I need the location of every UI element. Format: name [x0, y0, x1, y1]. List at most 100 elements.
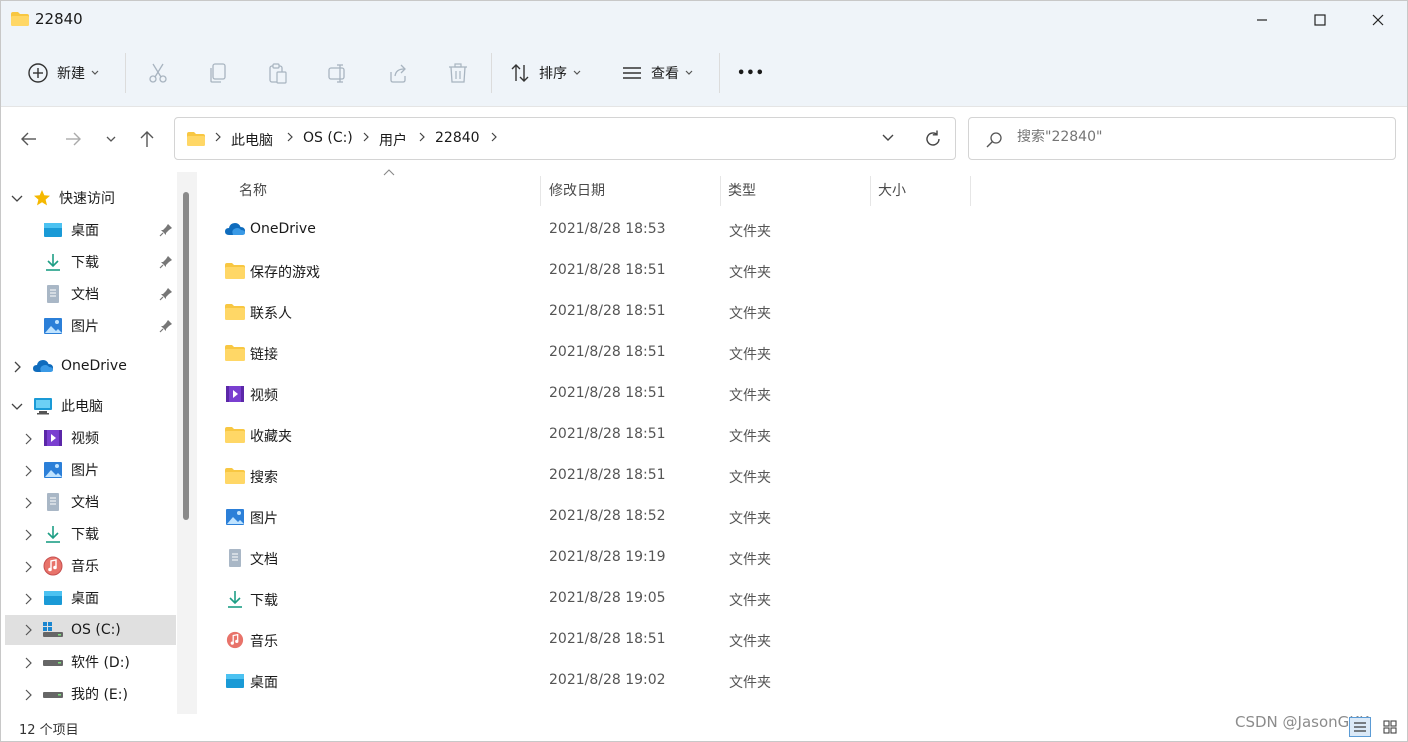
sidebar-item-quick-access[interactable]: 快速访问 — [33, 184, 115, 212]
sidebar-item-onedrive[interactable]: OneDrive — [33, 352, 127, 380]
table-row[interactable]: 图片 2021/8/28 18:52 文件夹 — [217, 497, 997, 538]
address-bar[interactable]: 此电脑 OS (C:) 用户 22840 — [174, 117, 956, 160]
file-type: 文件夹 — [729, 347, 771, 363]
column-divider[interactable] — [720, 176, 721, 206]
sort-button[interactable]: 排序 — [509, 53, 581, 93]
details-view-icon — [1354, 722, 1366, 732]
breadcrumb-drive-c[interactable]: OS (C:) — [303, 130, 353, 146]
breadcrumb-users[interactable]: 用户 — [379, 130, 407, 150]
minimize-icon — [1257, 19, 1267, 21]
more-options-button[interactable]: ••• — [737, 53, 765, 93]
view-button[interactable]: 查看 — [621, 53, 693, 93]
recent-locations-button[interactable] — [93, 121, 129, 157]
folder-icon — [225, 427, 245, 443]
table-row[interactable]: OneDrive 2021/8/28 18:53 文件夹 — [217, 210, 997, 251]
up-button[interactable] — [129, 121, 165, 157]
file-type: 文件夹 — [729, 388, 771, 404]
file-name: 保存的游戏 — [250, 265, 320, 281]
table-row[interactable]: 桌面 2021/8/28 19:02 文件夹 — [217, 661, 997, 702]
chevron-right-icon[interactable] — [25, 529, 33, 541]
address-dropdown-icon[interactable] — [881, 131, 895, 145]
table-row[interactable]: 链接 2021/8/28 18:51 文件夹 — [217, 333, 997, 374]
column-divider[interactable] — [970, 176, 971, 206]
pin-icon[interactable] — [159, 255, 173, 269]
pin-icon[interactable] — [159, 319, 173, 333]
sidebar-item-music[interactable]: 音乐 — [43, 552, 99, 580]
column-header-modified[interactable]: 修改日期 — [549, 180, 605, 200]
details-view-button[interactable] — [1349, 717, 1371, 737]
chevron-right-icon[interactable] — [14, 361, 22, 373]
breadcrumb-user-folder[interactable]: 22840 — [435, 130, 480, 146]
chevron-down-icon[interactable] — [11, 403, 23, 411]
sidebar-item-label: 下载 — [71, 527, 99, 543]
title-bar[interactable]: 22840 — [1, 1, 1407, 39]
sidebar-item-desktop[interactable]: 桌面 — [43, 216, 99, 244]
column-divider[interactable] — [540, 176, 541, 206]
table-row[interactable]: 搜索 2021/8/28 18:51 文件夹 — [217, 456, 997, 497]
file-name: 下载 — [250, 593, 278, 609]
desktop-icon — [44, 591, 62, 605]
copy-button[interactable] — [207, 53, 229, 93]
new-button[interactable]: 新建 — [27, 53, 99, 93]
pin-icon[interactable] — [159, 287, 173, 301]
forward-button[interactable] — [55, 121, 91, 157]
minimize-button[interactable] — [1233, 1, 1291, 39]
file-name: 桌面 — [250, 675, 278, 691]
file-name: 链接 — [250, 347, 278, 363]
sidebar-item-pictures[interactable]: 图片 — [43, 312, 99, 340]
column-header-size[interactable]: 大小 — [878, 180, 906, 200]
column-header-type[interactable]: 类型 — [728, 180, 756, 200]
delete-button[interactable] — [447, 53, 469, 93]
tiles-view-button[interactable] — [1379, 717, 1401, 737]
rename-button[interactable] — [327, 53, 349, 93]
table-row[interactable]: 文档 2021/8/28 19:19 文件夹 — [217, 538, 997, 579]
table-row[interactable]: 音乐 2021/8/28 18:51 文件夹 — [217, 620, 997, 661]
sidebar-item-downloads-pc[interactable]: 下载 — [43, 520, 99, 548]
sidebar-item-drive-e[interactable]: 我的 (E:) — [43, 680, 128, 708]
rename-icon — [328, 64, 345, 83]
sidebar-item-downloads[interactable]: 下载 — [43, 248, 99, 276]
sidebar-item-documents[interactable]: 文档 — [43, 280, 99, 308]
table-row[interactable]: 保存的游戏 2021/8/28 18:51 文件夹 — [217, 251, 997, 292]
chevron-right-icon — [287, 132, 293, 142]
sidebar-item-videos[interactable]: 视频 — [43, 424, 99, 452]
chevron-down-icon[interactable] — [11, 195, 23, 203]
table-row[interactable]: 视频 2021/8/28 18:51 文件夹 — [217, 374, 997, 415]
chevron-right-icon[interactable] — [25, 497, 33, 509]
sidebar-item-drive-c[interactable]: OS (C:) — [5, 615, 176, 645]
chevron-right-icon[interactable] — [25, 561, 33, 573]
close-button[interactable] — [1349, 1, 1407, 39]
chevron-right-icon[interactable] — [25, 465, 33, 477]
cut-button[interactable] — [147, 53, 169, 93]
maximize-button[interactable] — [1291, 1, 1349, 39]
pin-icon[interactable] — [159, 223, 173, 237]
back-button[interactable] — [11, 121, 47, 157]
table-row[interactable]: 联系人 2021/8/28 18:51 文件夹 — [217, 292, 997, 333]
share-button[interactable] — [387, 53, 409, 93]
paste-icon — [269, 63, 287, 84]
maximize-icon — [1314, 14, 1326, 26]
chevron-right-icon[interactable] — [25, 657, 33, 669]
chevron-right-icon[interactable] — [25, 433, 33, 445]
sidebar-item-this-pc[interactable]: 此电脑 — [33, 392, 103, 420]
sidebar-item-documents-pc[interactable]: 文档 — [43, 488, 99, 516]
column-header-name[interactable]: 名称 — [239, 180, 267, 200]
breadcrumb-this-pc[interactable]: 此电脑 — [231, 130, 273, 150]
search-input[interactable] — [1017, 129, 1377, 145]
paste-button[interactable] — [267, 53, 289, 93]
trash-icon — [449, 63, 467, 83]
refresh-icon[interactable] — [923, 129, 943, 149]
chevron-right-icon[interactable] — [25, 593, 33, 605]
search-box[interactable] — [968, 117, 1396, 160]
table-row[interactable]: 下载 2021/8/28 19:05 文件夹 — [217, 579, 997, 620]
sidebar-item-drive-d[interactable]: 软件 (D:) — [43, 648, 130, 676]
sidebar-item-desktop-pc[interactable]: 桌面 — [43, 584, 99, 612]
sidebar-scrollbar-thumb[interactable] — [183, 192, 189, 520]
video-icon — [226, 386, 244, 402]
chevron-right-icon[interactable] — [25, 689, 33, 701]
sidebar-item-pictures-pc[interactable]: 图片 — [43, 456, 99, 484]
file-type: 文件夹 — [729, 552, 771, 568]
folder-icon — [225, 468, 245, 484]
column-divider[interactable] — [870, 176, 871, 206]
table-row[interactable]: 收藏夹 2021/8/28 18:51 文件夹 — [217, 415, 997, 456]
